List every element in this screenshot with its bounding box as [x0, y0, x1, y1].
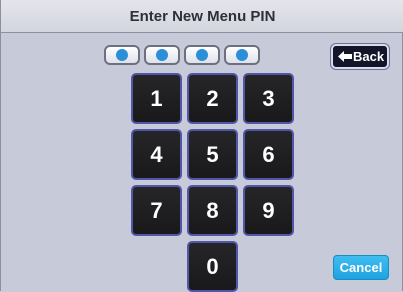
pin-dot-1: [116, 49, 128, 61]
pin-dot-2: [156, 49, 168, 61]
pin-dot-3: [196, 49, 208, 61]
back-button[interactable]: Back: [331, 44, 389, 69]
pin-slot-2: [144, 45, 180, 65]
pin-slot-3: [184, 45, 220, 65]
pin-slot-1: [104, 45, 140, 65]
keypad-key-9[interactable]: 9: [243, 185, 294, 236]
keypad-key-3[interactable]: 3: [243, 73, 294, 124]
keypad-key-5[interactable]: 5: [187, 129, 238, 180]
keypad-key-6[interactable]: 6: [243, 129, 294, 180]
left-arrow-icon: [338, 51, 352, 62]
page-title: Enter New Menu PIN: [1, 0, 403, 33]
pin-slot-4: [224, 45, 260, 65]
back-button-label: Back: [353, 49, 385, 64]
keypad-key-2[interactable]: 2: [187, 73, 238, 124]
cancel-button[interactable]: Cancel: [333, 255, 389, 280]
pin-dot-4: [236, 49, 248, 61]
keypad-key-7[interactable]: 7: [131, 185, 182, 236]
keypad-key-1[interactable]: 1: [131, 73, 182, 124]
keypad-key-4[interactable]: 4: [131, 129, 182, 180]
keypad-key-0[interactable]: 0: [187, 241, 238, 292]
pin-entry-screen: Enter New Menu PIN Back 1 2 3 4 5 6 7 8 …: [0, 0, 403, 292]
keypad-key-8[interactable]: 8: [187, 185, 238, 236]
